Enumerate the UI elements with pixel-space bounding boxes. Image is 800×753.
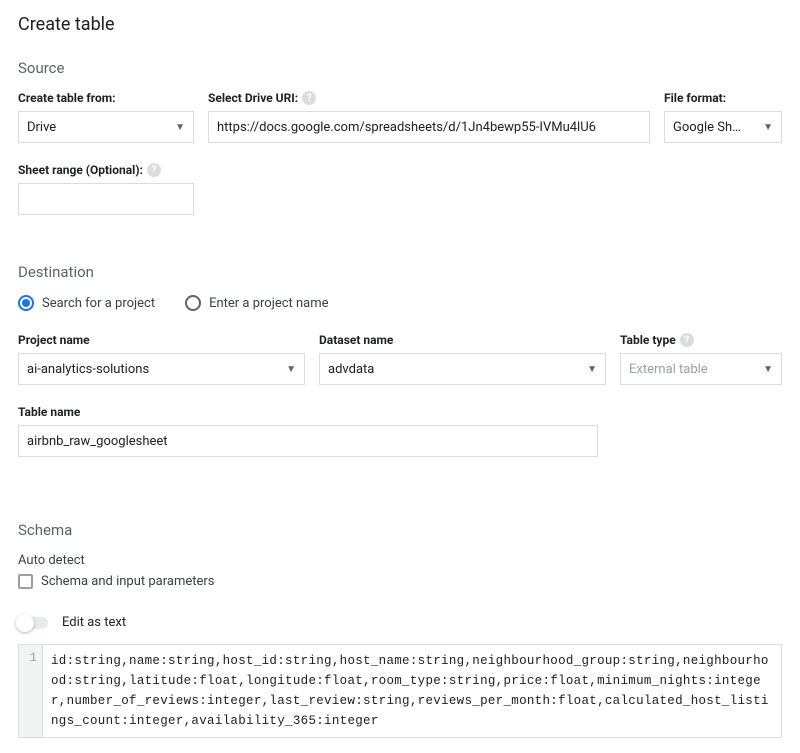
table-name-input-wrap[interactable] — [18, 425, 598, 457]
chevron-down-icon: ▼ — [763, 122, 773, 133]
sheet-range-label-text: Sheet range (Optional): — [18, 163, 143, 177]
file-format-select[interactable]: Google Sh… ▼ — [664, 111, 782, 143]
table-type-label: Table type ? — [620, 333, 782, 347]
source-heading: Source — [18, 59, 782, 77]
destination-heading: Destination — [18, 263, 782, 281]
help-icon[interactable]: ? — [147, 163, 161, 177]
toggle-knob-icon — [16, 614, 34, 632]
auto-detect-label: Auto detect — [18, 553, 782, 568]
file-format-label: File format: — [664, 91, 782, 105]
create-table-from-select[interactable]: Drive ▼ — [18, 111, 194, 143]
radio-icon — [185, 295, 201, 311]
dataset-name-value: advdata — [328, 362, 374, 377]
table-type-select: External table ▼ — [620, 353, 782, 385]
table-type-label-text: Table type — [620, 333, 676, 347]
dataset-name-select[interactable]: advdata ▼ — [319, 353, 606, 385]
project-name-select[interactable]: ai-analytics-solutions ▼ — [18, 353, 305, 385]
file-format-value: Google Sh… — [673, 120, 741, 135]
auto-detect-checkbox-row[interactable]: Schema and input parameters — [18, 574, 782, 589]
radio-enter-label: Enter a project name — [209, 296, 328, 311]
chevron-down-icon: ▼ — [175, 122, 185, 133]
sheet-range-input[interactable] — [27, 192, 185, 207]
create-table-from-value: Drive — [27, 120, 56, 135]
page-title: Create table — [18, 14, 782, 35]
table-name-input[interactable] — [27, 434, 589, 449]
chevron-down-icon: ▼ — [763, 364, 773, 375]
schema-heading: Schema — [18, 521, 782, 539]
chevron-down-icon: ▼ — [286, 364, 296, 375]
drive-uri-input[interactable] — [217, 120, 641, 135]
schema-line-number: 1 — [19, 645, 43, 737]
radio-icon — [18, 295, 34, 311]
help-icon[interactable]: ? — [302, 91, 316, 105]
schema-editor[interactable]: 1 id:string,name:string,host_id:string,h… — [18, 644, 782, 738]
checkbox-icon — [18, 574, 33, 589]
drive-uri-input-wrap[interactable] — [208, 111, 650, 143]
drive-uri-label-text: Select Drive URI: — [208, 91, 298, 105]
table-name-label: Table name — [18, 405, 598, 419]
dataset-name-label: Dataset name — [319, 333, 606, 347]
chevron-down-icon: ▼ — [587, 364, 597, 375]
auto-detect-checkbox-label: Schema and input parameters — [41, 574, 215, 589]
table-type-value: External table — [629, 362, 708, 377]
schema-text[interactable]: id:string,name:string,host_id:string,hos… — [43, 645, 781, 737]
project-name-value: ai-analytics-solutions — [27, 362, 149, 377]
radio-enter-project[interactable]: Enter a project name — [185, 295, 328, 311]
sheet-range-input-wrap[interactable] — [18, 183, 194, 215]
edit-as-text-label: Edit as text — [62, 615, 126, 630]
edit-as-text-toggle[interactable] — [18, 617, 48, 629]
drive-uri-label: Select Drive URI: ? — [208, 91, 650, 105]
create-table-from-label: Create table from: — [18, 91, 194, 105]
radio-search-label: Search for a project — [42, 296, 155, 311]
radio-search-project[interactable]: Search for a project — [18, 295, 155, 311]
help-icon[interactable]: ? — [680, 333, 694, 347]
project-name-label: Project name — [18, 333, 305, 347]
sheet-range-label: Sheet range (Optional): ? — [18, 163, 194, 177]
